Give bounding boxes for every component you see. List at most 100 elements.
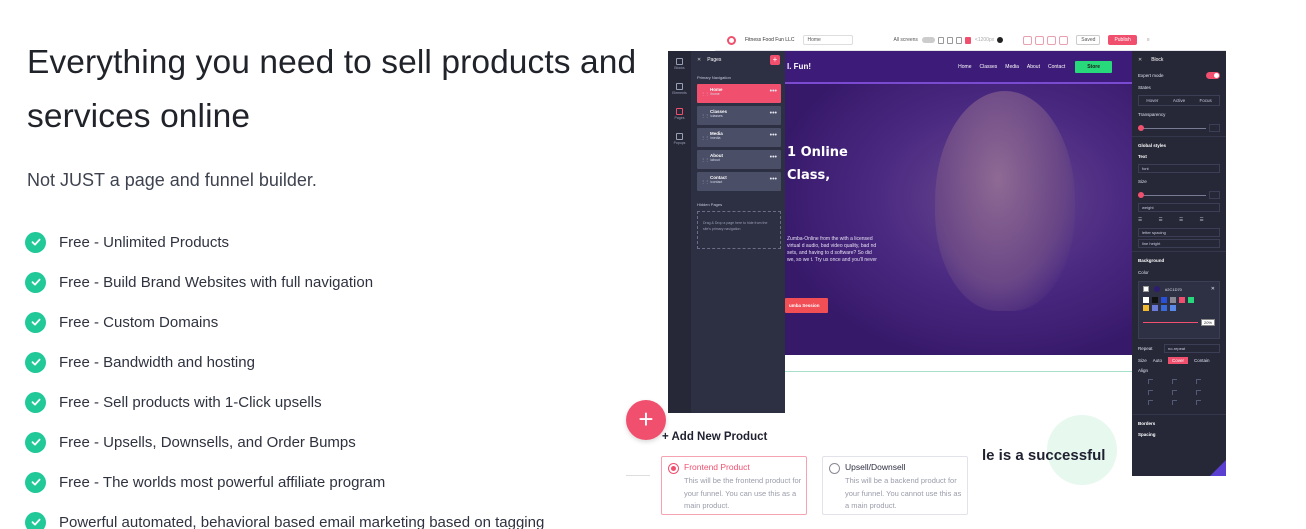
page-item-about[interactable]: ⋮⋮ About /about ••• bbox=[697, 150, 781, 169]
close-icon[interactable]: ✕ bbox=[1138, 57, 1142, 63]
color-swatch[interactable] bbox=[1179, 297, 1185, 303]
align-justify-icon[interactable]: ☰ bbox=[1200, 217, 1221, 223]
frontend-product-option[interactable]: Frontend Product This will be the fronte… bbox=[661, 456, 807, 515]
line-height-select[interactable]: line height bbox=[1138, 239, 1220, 248]
hidden-pages-dropzone[interactable]: Drag & Drop a page here to hide from the… bbox=[697, 211, 781, 249]
global-styles-header[interactable]: Global styles bbox=[1132, 140, 1226, 151]
theme-dot-icon[interactable] bbox=[997, 37, 1004, 43]
mobile-device-icon[interactable] bbox=[937, 36, 944, 44]
feature-item: Free - Custom Domains bbox=[25, 302, 544, 342]
saved-button[interactable]: Saved bbox=[1076, 35, 1101, 45]
color-swatch[interactable] bbox=[1161, 297, 1167, 303]
feature-text: Powerful automated, behavioral based ema… bbox=[59, 513, 545, 529]
site-nav-link[interactable]: Classes bbox=[979, 64, 997, 70]
pages-icon bbox=[676, 107, 683, 115]
transparent-swatch[interactable] bbox=[1143, 286, 1149, 292]
font-select[interactable]: font bbox=[1138, 164, 1220, 173]
site-brand[interactable]: l. Fun! bbox=[787, 62, 811, 71]
drag-handle-icon[interactable]: ⋮⋮ bbox=[701, 113, 709, 118]
site-nav-link[interactable]: Contact bbox=[1048, 64, 1065, 70]
hex-value[interactable]: #2C1D70 bbox=[1165, 287, 1182, 292]
transparency-slider[interactable] bbox=[1138, 124, 1220, 132]
redo-icon[interactable] bbox=[1035, 35, 1045, 45]
opacity-slider[interactable] bbox=[1143, 322, 1198, 323]
site-cta-button[interactable]: umba Session bbox=[785, 298, 828, 313]
page-item-home[interactable]: ⋮⋮ Home /home ••• bbox=[697, 84, 781, 103]
repeat-select[interactable]: no-repeat bbox=[1164, 343, 1220, 353]
more-options-icon[interactable]: ••• bbox=[770, 132, 777, 139]
expert-mode-toggle[interactable] bbox=[1206, 71, 1220, 79]
preview-icon[interactable] bbox=[1047, 35, 1057, 45]
radio-unselected[interactable] bbox=[829, 463, 840, 474]
color-swatch[interactable] bbox=[1170, 305, 1176, 311]
weight-select[interactable]: weight bbox=[1138, 203, 1220, 212]
state-tab[interactable]: Active bbox=[1166, 96, 1193, 105]
more-options-icon[interactable]: ••• bbox=[770, 176, 777, 183]
color-picker[interactable]: #2C1D70 ✕ 20% bbox=[1138, 281, 1220, 339]
add-button[interactable]: + bbox=[626, 400, 666, 440]
desktop-device-icon[interactable] bbox=[964, 36, 971, 44]
color-swatch[interactable] bbox=[1170, 297, 1176, 303]
page-item-media[interactable]: ⋮⋮ Media /media ••• bbox=[697, 128, 781, 147]
screens-toggle[interactable] bbox=[921, 37, 935, 43]
feature-item: Free - Build Brand Websites with full na… bbox=[25, 262, 544, 302]
drag-handle-icon[interactable]: ⋮⋮ bbox=[701, 179, 709, 184]
state-tab[interactable]: Focus bbox=[1192, 96, 1219, 105]
rail-item-popups[interactable]: Popups bbox=[668, 126, 691, 151]
pages-panel-title: Pages bbox=[707, 57, 722, 63]
page-item-classes[interactable]: ⋮⋮ Classes /classes ••• bbox=[697, 106, 781, 125]
more-options-icon[interactable]: ••• bbox=[770, 154, 777, 161]
drag-handle-icon[interactable]: ⋮⋮ bbox=[701, 157, 709, 162]
more-options-icon[interactable]: ••• bbox=[770, 110, 777, 117]
size-option-selected[interactable]: Cover bbox=[1168, 357, 1189, 364]
color-swatch[interactable] bbox=[1188, 297, 1194, 303]
add-new-product-heading[interactable]: + Add New Product bbox=[662, 431, 767, 443]
tablet-device-icon[interactable] bbox=[946, 36, 953, 44]
opacity-value[interactable]: 20% bbox=[1200, 319, 1215, 326]
size-option[interactable]: Auto bbox=[1153, 358, 1162, 363]
close-icon[interactable]: ✕ bbox=[697, 57, 701, 63]
site-nav-link[interactable]: Home bbox=[958, 64, 971, 70]
size-row-label: Size bbox=[1138, 358, 1147, 363]
divider bbox=[626, 475, 650, 476]
website-canvas[interactable]: l. Fun! Home Classes Media About Contact… bbox=[785, 51, 1132, 355]
drag-handle-icon[interactable]: ⋮⋮ bbox=[701, 91, 709, 96]
align-left-icon[interactable]: ☰ bbox=[1138, 217, 1159, 223]
font-size-slider[interactable] bbox=[1138, 191, 1220, 199]
align-right-icon[interactable]: ☰ bbox=[1179, 217, 1200, 223]
radio-selected[interactable] bbox=[668, 463, 679, 474]
text-section-header[interactable]: Text bbox=[1132, 151, 1226, 162]
size-option[interactable]: Contain bbox=[1194, 358, 1210, 363]
page-item-contact[interactable]: ⋮⋮ Contact /contact ••• bbox=[697, 172, 781, 191]
color-swatch[interactable] bbox=[1143, 297, 1149, 303]
spacing-section-header[interactable]: Spacing bbox=[1132, 429, 1226, 440]
color-swatch[interactable] bbox=[1161, 305, 1167, 311]
state-tab[interactable]: Hover bbox=[1139, 96, 1166, 105]
letter-spacing-select[interactable]: letter spacing bbox=[1138, 228, 1220, 237]
align-center-icon[interactable]: ☰ bbox=[1159, 217, 1180, 223]
code-icon[interactable] bbox=[1059, 35, 1069, 45]
background-section-header[interactable]: Background bbox=[1132, 255, 1226, 266]
publish-button[interactable]: Publish bbox=[1108, 35, 1137, 45]
add-page-button[interactable]: + bbox=[770, 55, 780, 65]
color-swatch[interactable] bbox=[1152, 297, 1158, 303]
site-nav-link[interactable]: About bbox=[1027, 64, 1040, 70]
align-grid[interactable] bbox=[1148, 379, 1220, 411]
site-nav-link[interactable]: Media bbox=[1005, 64, 1019, 70]
rail-item-pages[interactable]: Pages bbox=[668, 101, 691, 126]
laptop-device-icon[interactable] bbox=[955, 36, 962, 44]
borders-section-header[interactable]: Borders bbox=[1132, 418, 1226, 429]
upsell-downsell-option[interactable]: Upsell/Downsell This will be a backend p… bbox=[822, 456, 968, 515]
undo-icon[interactable] bbox=[1023, 35, 1033, 45]
close-icon[interactable]: ✕ bbox=[1211, 286, 1215, 292]
menu-icon[interactable]: ≡ bbox=[1147, 37, 1150, 43]
rail-item-blocks[interactable]: Blocks bbox=[668, 51, 691, 76]
store-button[interactable]: Store bbox=[1075, 60, 1112, 73]
help-corner-icon[interactable] bbox=[1210, 460, 1226, 476]
color-swatch[interactable] bbox=[1143, 305, 1149, 311]
drag-handle-icon[interactable]: ⋮⋮ bbox=[701, 135, 709, 140]
more-options-icon[interactable]: ••• bbox=[770, 88, 777, 95]
page-select[interactable]: Home bbox=[803, 35, 854, 45]
color-swatch[interactable] bbox=[1152, 305, 1158, 311]
rail-item-elements[interactable]: Elements bbox=[668, 76, 691, 101]
